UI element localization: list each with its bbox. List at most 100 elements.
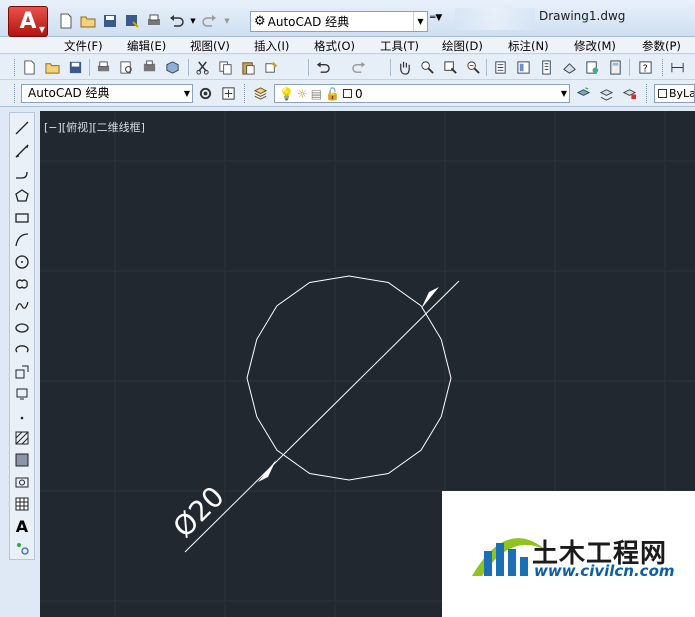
chevron-down-icon: ▼: [413, 12, 427, 31]
make-block-icon[interactable]: [12, 384, 32, 404]
3d-print-icon[interactable]: [163, 58, 181, 76]
plot-preview-icon[interactable]: [117, 58, 135, 76]
menu-modify[interactable]: 修改(M): [574, 38, 616, 54]
menu-draw[interactable]: 绘图(D): [442, 38, 483, 54]
paste-icon[interactable]: [239, 58, 257, 76]
calculator-icon[interactable]: [606, 58, 624, 76]
watermark-url: www.civilcn.com: [534, 562, 675, 580]
workspace-switcher[interactable]: ⚙ AutoCAD 经典 ▼: [250, 11, 428, 32]
undo-dropdown-icon[interactable]: ▼: [188, 11, 198, 31]
menu-parametric[interactable]: 参数(P): [642, 38, 681, 54]
menu-view[interactable]: 视图(V): [190, 38, 230, 54]
add-selected-icon[interactable]: [12, 538, 32, 558]
separator: [486, 59, 487, 76]
save-icon[interactable]: [66, 58, 84, 76]
redo-dropdown-icon[interactable]: ▼: [222, 11, 232, 31]
construction-line-icon[interactable]: [12, 141, 32, 161]
properties-icon[interactable]: [491, 58, 509, 76]
layer-state-icon[interactable]: [620, 84, 638, 102]
svg-text:?: ?: [642, 63, 647, 74]
line-icon[interactable]: [12, 118, 32, 138]
dimension-arrow-lower: [258, 460, 276, 482]
chevron-down-icon: ▼: [38, 25, 45, 34]
help-icon[interactable]: ?: [636, 58, 654, 76]
application-menu-button[interactable]: A ▼: [8, 6, 48, 37]
workspace-settings-icon[interactable]: [196, 84, 214, 102]
chevron-down-icon: ▼: [183, 89, 190, 98]
multiline-text-icon[interactable]: A: [12, 516, 32, 536]
dimension-line: [184, 280, 460, 553]
zoom-previous-icon[interactable]: [464, 58, 482, 76]
cut-icon[interactable]: [193, 58, 211, 76]
undo-icon[interactable]: [313, 58, 331, 76]
toolbar-grip[interactable]: [14, 59, 17, 76]
spline-icon[interactable]: [12, 296, 32, 316]
menu-insert[interactable]: 插入(I): [254, 38, 289, 54]
toolbar-grip[interactable]: [662, 59, 665, 76]
polygon-icon[interactable]: [12, 186, 32, 206]
layer-control[interactable]: 💡 ☼ ▤ 🔓 0 ▼: [274, 84, 570, 103]
save-as-icon[interactable]: [122, 11, 142, 31]
markup-icon[interactable]: [583, 58, 601, 76]
plot-icon[interactable]: [94, 58, 112, 76]
menu-dimension[interactable]: 标注(N): [508, 38, 549, 54]
layer-properties-icon[interactable]: [251, 84, 269, 102]
copy-icon[interactable]: [216, 58, 234, 76]
zoom-window-icon[interactable]: [441, 58, 459, 76]
toolbar-grip[interactable]: [244, 84, 247, 103]
viewport-freeze-icon: ▤: [310, 86, 323, 101]
ellipse-icon[interactable]: [12, 318, 32, 338]
match-properties-icon[interactable]: [262, 58, 280, 76]
color-swatch-icon: [658, 89, 667, 98]
polyline-icon[interactable]: [12, 164, 32, 184]
separator: [390, 59, 391, 76]
workspace-customize-icon[interactable]: [219, 84, 237, 102]
toolbar-grip[interactable]: [14, 84, 17, 103]
menu-edit[interactable]: 编辑(E): [127, 38, 166, 54]
chevron-down-icon: ▼: [560, 89, 567, 98]
viewport-controls[interactable]: [−][俯视][二维线框]: [44, 119, 145, 135]
redo-icon[interactable]: [350, 58, 368, 76]
ellipse-arc-icon[interactable]: [12, 340, 32, 360]
new-file-icon[interactable]: [20, 58, 38, 76]
zoom-realtime-icon[interactable]: [418, 58, 436, 76]
standard-toolbar: ?: [0, 55, 695, 80]
save-icon[interactable]: [100, 11, 120, 31]
publish-icon[interactable]: [140, 58, 158, 76]
dimension-linear-icon[interactable]: [668, 58, 686, 76]
dimension-text: Ø20: [167, 480, 231, 544]
table-icon[interactable]: [12, 494, 32, 514]
hatch-icon[interactable]: [12, 428, 32, 448]
rectangle-icon[interactable]: [12, 208, 32, 228]
redo-icon[interactable]: [200, 11, 220, 31]
open-folder-icon[interactable]: [78, 11, 98, 31]
gradient-icon[interactable]: [12, 450, 32, 470]
title-bar: A ▼ ▼ ▼ ⚙ AutoCAD 经典 ▼ ═▼ Drawing1.dwg: [0, 0, 695, 37]
menu-file[interactable]: 文件(F): [64, 38, 103, 54]
menu-format[interactable]: 格式(O): [314, 38, 355, 54]
design-center-icon[interactable]: [514, 58, 532, 76]
revision-cloud-icon[interactable]: [12, 274, 32, 294]
separator: [188, 59, 189, 76]
layer-previous-icon[interactable]: [597, 84, 615, 102]
point-icon[interactable]: [12, 406, 32, 426]
tool-palettes-icon[interactable]: [537, 58, 555, 76]
make-current-layer-icon[interactable]: [574, 84, 592, 102]
new-file-icon[interactable]: [56, 11, 76, 31]
workspace-select[interactable]: AutoCAD 经典 ▼: [21, 84, 193, 103]
arc-icon[interactable]: [12, 230, 32, 250]
insert-block-icon[interactable]: [12, 362, 32, 382]
circle-icon[interactable]: [12, 252, 32, 272]
region-icon[interactable]: [12, 472, 32, 492]
color-control[interactable]: ByLa: [654, 84, 695, 103]
workspace-value: AutoCAD 经典: [267, 15, 350, 29]
customize-qat-icon[interactable]: ═▼: [430, 13, 442, 23]
undo-icon[interactable]: [166, 11, 186, 31]
sheet-set-icon[interactable]: [560, 58, 578, 76]
open-folder-icon[interactable]: [43, 58, 61, 76]
menu-tools[interactable]: 工具(T): [380, 38, 419, 54]
quick-access-toolbar: ▼ ▼: [56, 10, 232, 32]
print-icon[interactable]: [144, 11, 164, 31]
pan-hand-icon[interactable]: [395, 58, 413, 76]
toolbar-grip[interactable]: [646, 84, 649, 103]
